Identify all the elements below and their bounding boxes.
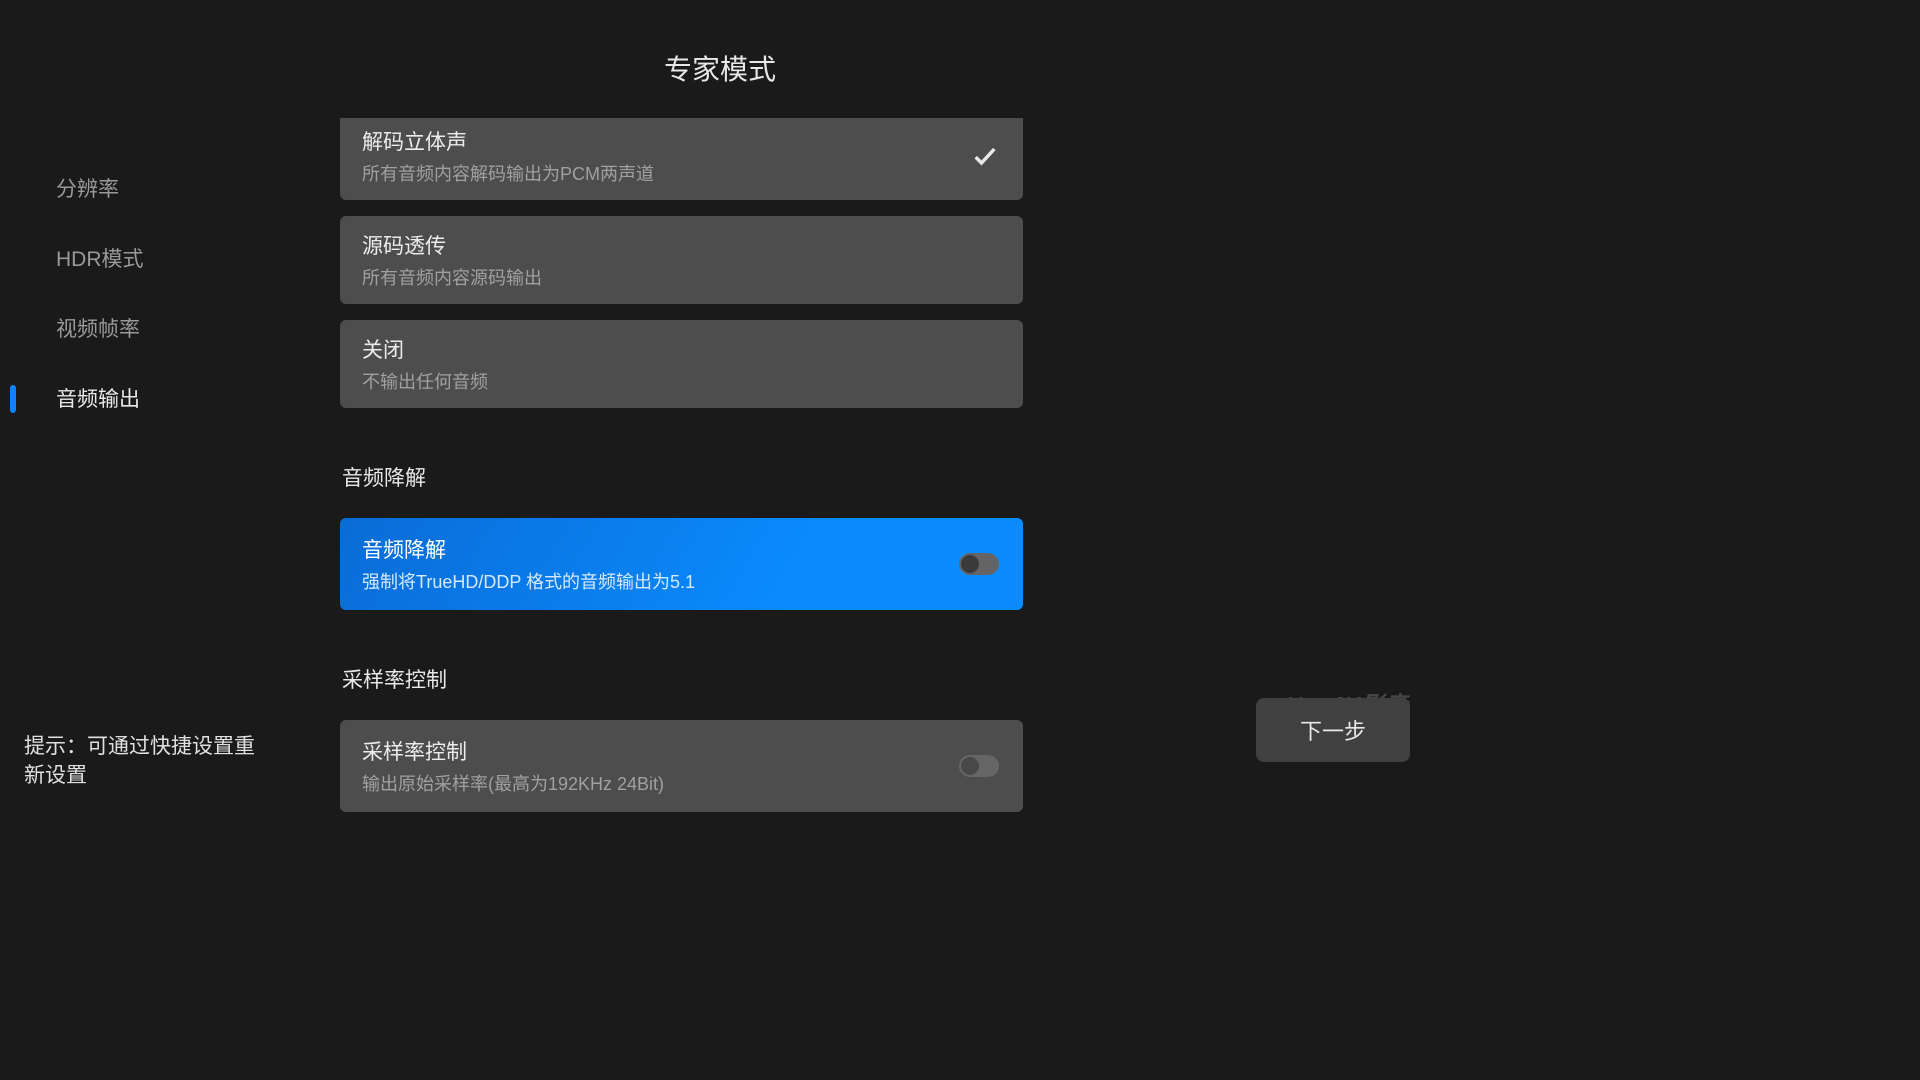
card-audio-downmix[interactable]: 音频降解 强制将TrueHD/DDP 格式的音频输出为5.1 bbox=[340, 518, 1023, 610]
option-text: 音频降解 强制将TrueHD/DDP 格式的音频输出为5.1 bbox=[362, 534, 959, 594]
option-description: 输出原始采样率(最高为192KHz 24Bit) bbox=[362, 770, 959, 796]
option-title: 解码立体声 bbox=[362, 126, 971, 156]
sidebar-item-resolution[interactable]: 分辨率 bbox=[56, 173, 340, 203]
sidebar-item-label: 视频帧率 bbox=[56, 318, 140, 341]
sidebar-item-framerate[interactable]: 视频帧率 bbox=[56, 313, 340, 343]
option-title: 关闭 bbox=[362, 334, 1001, 364]
section-header-downmix: 音频降解 bbox=[342, 462, 1380, 492]
sidebar-item-label: 音频输出 bbox=[56, 388, 140, 411]
option-text: 源码透传 所有音频内容源码输出 bbox=[362, 230, 1001, 290]
sidebar: 分辨率 HDR模式 视频帧率 音频输出 bbox=[0, 118, 340, 820]
sidebar-item-label: HDR模式 bbox=[56, 248, 144, 271]
sidebar-item-audio-output[interactable]: 音频输出 bbox=[56, 383, 340, 413]
option-description: 所有音频内容源码输出 bbox=[362, 264, 1001, 290]
option-title: 源码透传 bbox=[362, 230, 1001, 260]
next-button[interactable]: 下一步 bbox=[1256, 698, 1410, 762]
option-description: 所有音频内容解码输出为PCM两声道 bbox=[362, 160, 971, 186]
option-title: 采样率控制 bbox=[362, 736, 959, 766]
option-description: 不输出任何音频 bbox=[362, 368, 1001, 394]
checkmark-icon bbox=[971, 142, 999, 170]
toggle-audio-downmix[interactable] bbox=[959, 553, 999, 575]
option-text: 关闭 不输出任何音频 bbox=[362, 334, 1001, 394]
card-samplerate-control[interactable]: 采样率控制 输出原始采样率(最高为192KHz 24Bit) bbox=[340, 720, 1023, 812]
option-text: 采样率控制 输出原始采样率(最高为192KHz 24Bit) bbox=[362, 736, 959, 796]
sidebar-item-hdr[interactable]: HDR模式 bbox=[56, 243, 340, 273]
option-text: 解码立体声 所有音频内容解码输出为PCM两声道 bbox=[362, 126, 971, 186]
toggle-knob bbox=[961, 555, 979, 573]
toggle-knob bbox=[961, 757, 979, 775]
option-decode-stereo[interactable]: 解码立体声 所有音频内容解码输出为PCM两声道 bbox=[340, 118, 1023, 200]
toggle-samplerate[interactable] bbox=[959, 755, 999, 777]
option-off[interactable]: 关闭 不输出任何音频 bbox=[340, 320, 1023, 408]
section-header-samplerate: 采样率控制 bbox=[342, 664, 1380, 694]
option-description: 强制将TrueHD/DDP 格式的音频输出为5.1 bbox=[362, 568, 959, 594]
page-title: 专家模式 bbox=[0, 0, 1440, 118]
hint-text: 提示：可通过快捷设置重新设置 bbox=[24, 733, 274, 790]
option-passthrough[interactable]: 源码透传 所有音频内容源码输出 bbox=[340, 216, 1023, 304]
option-title: 音频降解 bbox=[362, 534, 959, 564]
sidebar-item-label: 分辨率 bbox=[56, 178, 119, 201]
